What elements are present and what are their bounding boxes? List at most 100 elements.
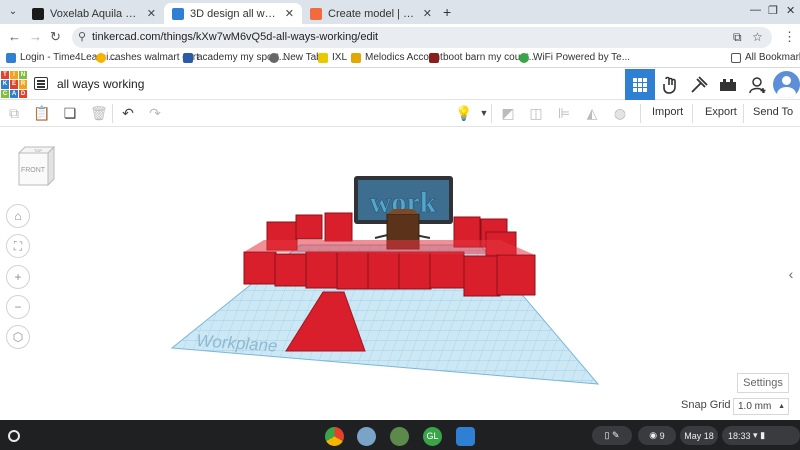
reload-icon[interactable]: ↻	[50, 29, 61, 45]
align-icon[interactable]: ⊫	[556, 105, 572, 121]
bookmark-item[interactable]: IXL	[318, 52, 347, 63]
ungroup-icon[interactable]: ◫	[528, 105, 544, 121]
logo-tile: E	[10, 80, 18, 89]
perspective-icon[interactable]: ⬡	[6, 325, 30, 349]
design-list-icon[interactable]	[34, 77, 48, 90]
editor-toolbar: ⧉ 📋 ❏ 🗑 ↶ ↷ 💡 ▼ ◩ ◫ ⊫ ◭ ◍ Import Export …	[0, 100, 800, 127]
address-bar: ← → ↻ ⚲ tinkercad.com/things/kXw7wM6vQ5d…	[0, 24, 800, 50]
logo-tile: I	[10, 71, 18, 80]
app-icon[interactable]	[357, 427, 376, 446]
url-field[interactable]: ⚲ tinkercad.com/things/kXw7wM6vQ5d-all-w…	[72, 27, 772, 48]
blocks-icon[interactable]	[713, 69, 743, 100]
add-user-icon[interactable]	[743, 69, 773, 100]
viewcube-top-label: TOP	[34, 148, 42, 153]
logo-tile: R	[19, 80, 27, 89]
build-icon[interactable]	[684, 69, 714, 100]
melodics-icon	[351, 52, 361, 63]
delete-icon[interactable]: 🗑	[90, 105, 108, 121]
browser-menu-icon[interactable]: ⋮	[783, 29, 796, 45]
tab-close-icon[interactable]: ✕	[285, 7, 294, 20]
home-view-icon[interactable]: ⌂	[6, 204, 30, 228]
tab-close-icon[interactable]: ✕	[147, 7, 156, 20]
chevron-down-icon: ▲	[778, 403, 785, 410]
browser-tab-printables[interactable]: Create model | Printables.com ✕	[302, 3, 440, 24]
import-button[interactable]: Import	[652, 106, 683, 118]
mirror-icon[interactable]: ◭	[584, 105, 600, 121]
chrome-icon[interactable]	[325, 427, 344, 446]
tinkercad-logo[interactable]: TIN KER CAD	[1, 71, 27, 98]
logo-tile: T	[1, 71, 9, 80]
new-tab-button[interactable]: +	[443, 4, 451, 20]
export-button[interactable]: Export	[705, 106, 737, 118]
browser-tab-tinkercad[interactable]: 3D design all ways working - T ✕	[164, 3, 302, 24]
tab-search-icon[interactable]: ⌄	[5, 4, 21, 20]
toolbar-divider	[491, 104, 492, 123]
tab-title: Create model | Printables.com	[328, 7, 417, 20]
bookmark-item[interactable]: New Tab	[269, 52, 322, 63]
toolbar-divider	[692, 104, 693, 123]
install-app-icon[interactable]: ⧉	[733, 30, 742, 45]
all-bookmarks-button[interactable]: All Bookmarks	[731, 52, 800, 63]
logo-tile: N	[19, 71, 27, 80]
tab-close-icon[interactable]: ✕	[423, 7, 432, 20]
view-cube[interactable]: TOP FRONT	[16, 145, 56, 187]
browser-tab-strip: ⌄ Voxelab Aquila S3 3D Printer ✕ 3D desi…	[0, 0, 800, 24]
wifi-icon: ▾	[753, 430, 758, 440]
restore-icon[interactable]: ❐	[768, 4, 778, 17]
logo-tile: K	[1, 80, 9, 89]
status-area[interactable]: 18:33 ▾ ▮	[722, 426, 800, 445]
zoom-in-icon[interactable]: +	[6, 265, 30, 289]
zoom-out-icon[interactable]: −	[6, 295, 30, 319]
chevron-down-icon[interactable]: ▼	[476, 105, 492, 121]
viewcube-front-label: FRONT	[21, 167, 46, 174]
snap-grid-label: Snap Grid	[681, 399, 731, 411]
tinkercad-header: TIN KER CAD all ways working	[0, 69, 800, 100]
close-icon[interactable]: ✕	[786, 4, 795, 17]
toolbar-divider	[112, 104, 113, 123]
browser-tab-voxelab[interactable]: Voxelab Aquila S3 3D Printer ✕	[24, 3, 164, 24]
date-display[interactable]: May 18	[680, 426, 718, 445]
settings-button[interactable]: Settings	[737, 373, 789, 393]
avatar[interactable]	[773, 71, 800, 98]
printables-favicon-icon	[310, 7, 322, 20]
light-bulb-icon[interactable]: 💡	[455, 105, 472, 121]
scene-canvas[interactable]: Workplane work	[0, 127, 800, 420]
toolbar-divider	[640, 104, 641, 123]
send-to-button[interactable]: Send To	[753, 106, 793, 118]
redo-icon[interactable]: ↷	[147, 105, 163, 121]
group-icon[interactable]: ◩	[500, 105, 516, 121]
tab-title: 3D design all ways working - T	[190, 7, 279, 20]
app-icon[interactable]	[390, 427, 409, 446]
site-info-icon[interactable]: ⚲	[78, 30, 86, 43]
grid-view-icon[interactable]	[625, 69, 655, 100]
3d-workspace[interactable]: Workplane work TOP FRONT ⌂ ⛶ + − ⬡ ‹ Set…	[0, 127, 800, 420]
files-icon[interactable]	[456, 427, 475, 446]
holding-space-icon[interactable]: ▯ ✎	[592, 426, 632, 445]
bookmark-item[interactable]: WiFi Powered by Te...	[519, 52, 630, 63]
cruise-icon[interactable]: ◍	[612, 105, 628, 121]
forward-icon[interactable]: →	[29, 29, 42, 44]
minimize-icon[interactable]: —	[750, 4, 761, 16]
launcher-icon[interactable]	[8, 430, 20, 442]
back-icon[interactable]: ←	[8, 29, 21, 44]
toolbar-divider	[743, 104, 744, 123]
duplicate-icon[interactable]: ❏	[62, 105, 78, 121]
design-title[interactable]: all ways working	[57, 77, 144, 91]
fit-view-icon[interactable]: ⛶	[6, 234, 30, 258]
notifications-tray[interactable]: ◉ 9	[638, 426, 676, 445]
wifi-icon	[519, 52, 529, 63]
logo-tile: A	[10, 89, 18, 98]
gl-app-icon[interactable]: GL	[423, 427, 442, 446]
snap-grid-select[interactable]: 1.0 mm ▲	[733, 398, 789, 415]
dnd-icon: ◉	[649, 430, 658, 440]
ixl-icon	[318, 52, 328, 63]
undo-icon[interactable]: ↶	[120, 105, 136, 121]
collapse-panel-icon[interactable]: ‹	[784, 260, 798, 288]
bookmark-star-icon[interactable]: ☆	[752, 30, 763, 44]
copy-icon[interactable]: ⧉	[6, 105, 22, 121]
simulate-icon[interactable]	[655, 69, 685, 100]
logo-tile: D	[19, 89, 27, 98]
folder-icon	[731, 52, 741, 63]
paste-icon[interactable]: 📋	[33, 105, 50, 121]
boot-barn-icon	[429, 52, 439, 63]
